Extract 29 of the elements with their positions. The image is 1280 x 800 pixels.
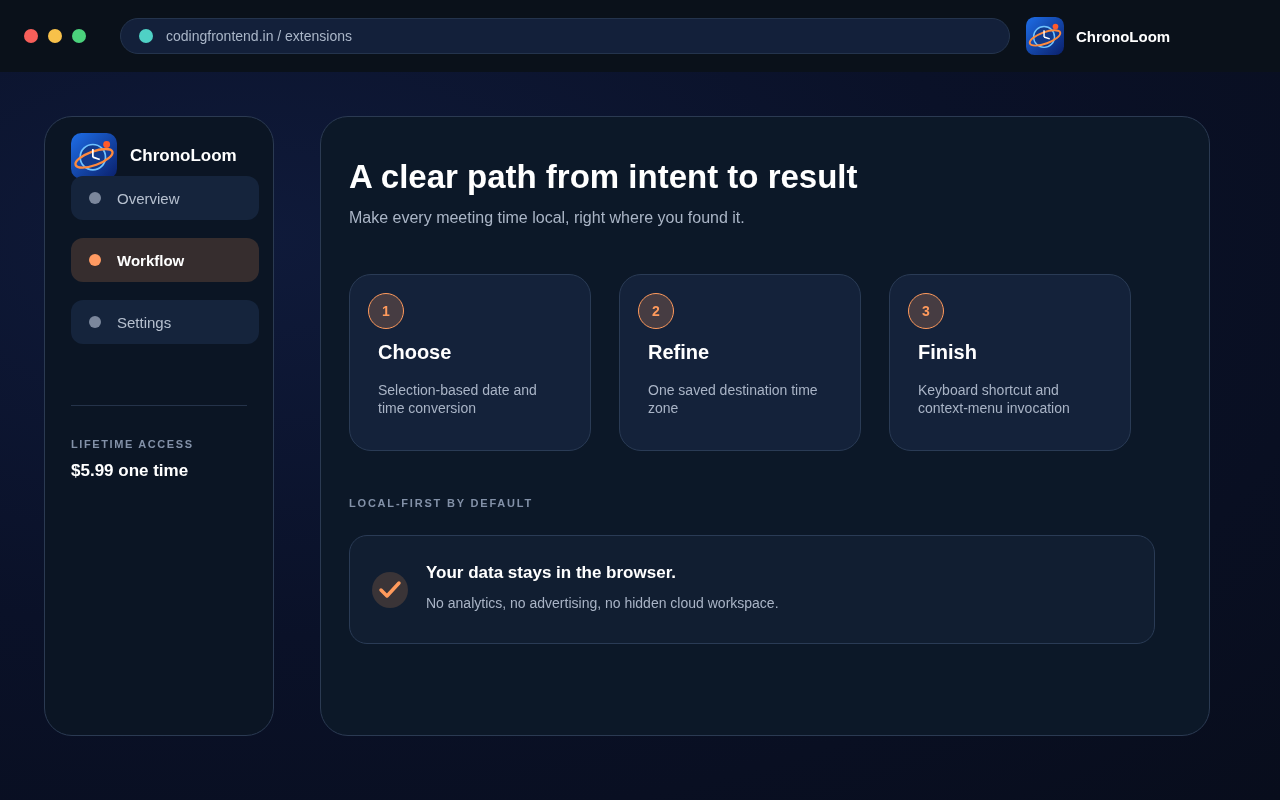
access-label: LIFETIME ACCESS xyxy=(71,438,195,450)
step-text: One saved destination time zone xyxy=(648,381,819,417)
notice-text: No analytics, no advertising, no hidden cloud workspace. xyxy=(426,594,779,611)
section-label: LOCAL-FIRST BY DEFAULT xyxy=(349,497,535,509)
step-title: Finish xyxy=(918,341,978,364)
close-window-button[interactable] xyxy=(24,29,38,43)
nav-item[interactable]: Overview xyxy=(71,176,259,220)
step-text: Selection-based date and time conversion xyxy=(378,381,538,417)
page-title: A clear path from intent to result xyxy=(349,157,859,197)
app-name: ChronoLoom xyxy=(1076,27,1171,45)
minimize-window-button[interactable] xyxy=(48,29,62,43)
step-number: 3 xyxy=(908,293,944,329)
app-logo-icon xyxy=(1026,17,1064,55)
step-title: Choose xyxy=(378,341,453,364)
maximize-window-button[interactable] xyxy=(72,29,86,43)
step-text: Keyboard shortcut and context-menu invocation xyxy=(918,381,1071,417)
step-number: 1 xyxy=(368,293,404,329)
notice-title: Your data stays in the browser. xyxy=(426,562,678,583)
address-text: codingfrontend.in / extensions xyxy=(166,28,352,44)
price-text: $5.99 one time xyxy=(71,461,190,481)
step-title: Refine xyxy=(648,341,711,364)
nav-item[interactable]: Workflow xyxy=(71,238,259,282)
address-bar[interactable]: codingfrontend.in / extensions xyxy=(120,18,1010,54)
app-logo-icon xyxy=(71,133,117,179)
page-subtitle: Make every meeting time local, right where you found it. xyxy=(349,209,746,227)
app-name: ChronoLoom xyxy=(130,146,237,166)
status-dot-icon xyxy=(139,29,153,43)
step-number: 2 xyxy=(638,293,674,329)
nav-item[interactable]: Settings xyxy=(71,300,259,344)
